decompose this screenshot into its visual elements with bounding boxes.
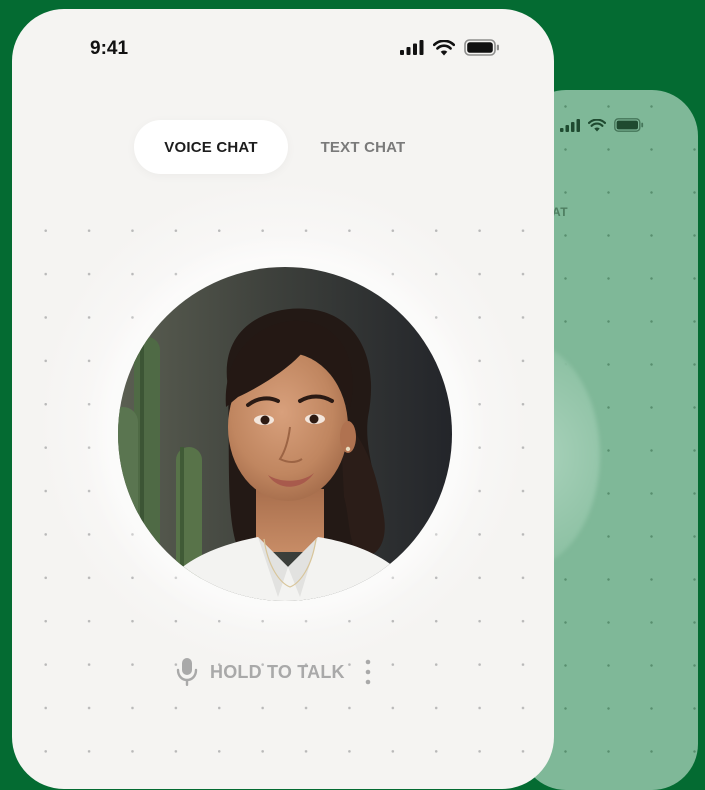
phone-frame: 9:41 VOICE CHAT TEXT CHAT HOLD TO TALK	[12, 9, 554, 789]
signal-icon	[400, 40, 424, 55]
chat-mode-tabs: VOICE CHAT TEXT CHAT	[134, 120, 438, 174]
battery-icon	[464, 39, 499, 56]
hold-to-talk-label: HOLD TO TALK	[210, 661, 345, 682]
signal-icon	[560, 118, 580, 132]
back-tab-fragment: AT	[552, 205, 569, 219]
more-options-button[interactable]	[363, 657, 373, 687]
person-portrait-icon	[118, 267, 452, 601]
wifi-icon	[588, 118, 606, 131]
microphone-icon	[176, 658, 198, 686]
status-bar: 9:41	[12, 9, 554, 89]
more-vertical-icon	[365, 659, 371, 685]
wifi-icon	[433, 39, 455, 55]
hold-to-talk-row: HOLD TO TALK	[176, 655, 373, 689]
status-icons	[400, 39, 500, 56]
tab-text-chat[interactable]: TEXT CHAT	[288, 120, 438, 174]
hold-to-talk-button[interactable]: HOLD TO TALK	[176, 657, 345, 687]
back-status-icons	[560, 118, 644, 132]
avatar	[118, 267, 452, 601]
status-time: 9:41	[90, 38, 129, 59]
battery-icon	[614, 118, 644, 132]
tab-voice-chat[interactable]: VOICE CHAT	[134, 120, 288, 174]
